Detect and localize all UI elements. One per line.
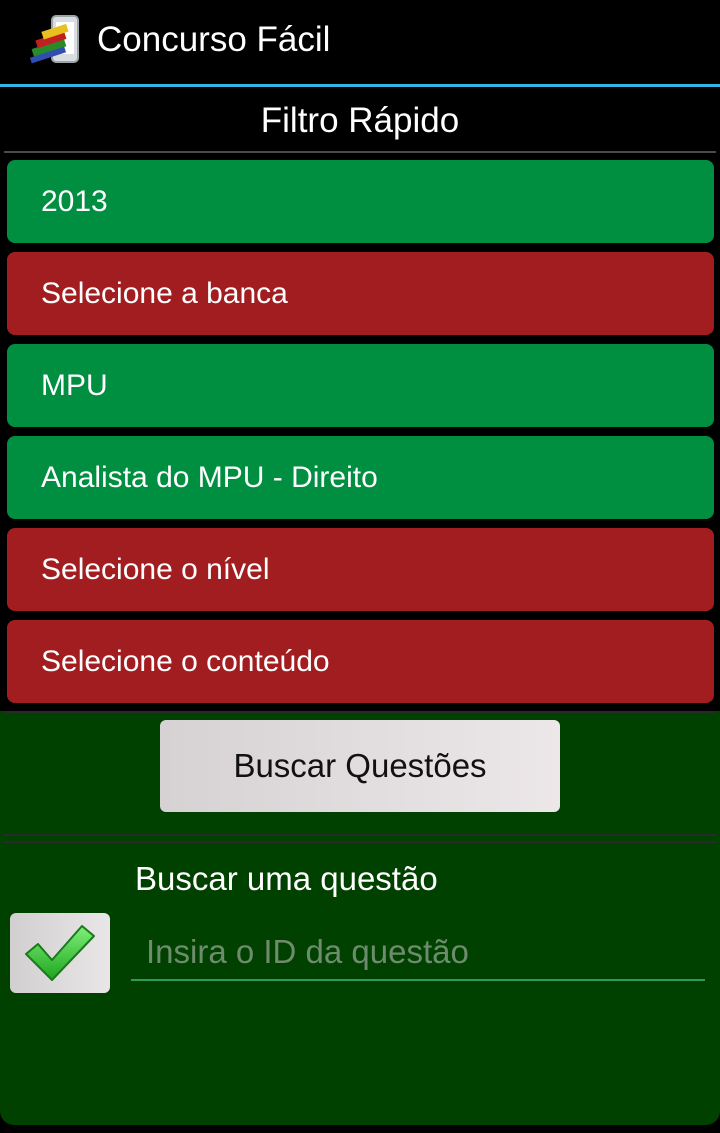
filter-banca[interactable]: Selecione a banca	[7, 252, 714, 335]
filter-nivel[interactable]: Selecione o nível	[7, 528, 714, 611]
filter-orgao[interactable]: MPU	[7, 344, 714, 427]
question-id-input[interactable]	[131, 925, 705, 981]
filter-conteudo[interactable]: Selecione o conteúdo	[7, 620, 714, 703]
single-search-label: Buscar uma questão	[135, 860, 438, 897]
subtitle-divider	[4, 151, 716, 153]
panel-divider-upper	[4, 834, 716, 836]
action-bar: Concurso Fácil	[0, 0, 720, 84]
filter-cargo[interactable]: Analista do MPU - Direito	[7, 436, 714, 519]
filter-year[interactable]: 2013	[7, 160, 714, 243]
panel-divider-lower	[4, 841, 716, 843]
app-title: Concurso Fácil	[97, 20, 331, 59]
search-questions-button[interactable]: Buscar Questões	[160, 720, 560, 812]
confirm-id-button[interactable]	[10, 913, 110, 993]
app-logo-icon[interactable]	[28, 14, 84, 68]
checkmark-icon	[25, 925, 95, 981]
screen-subtitle: Filtro Rápido	[260, 101, 460, 140]
action-bar-divider	[0, 84, 720, 87]
panel-top-divider	[4, 711, 716, 713]
